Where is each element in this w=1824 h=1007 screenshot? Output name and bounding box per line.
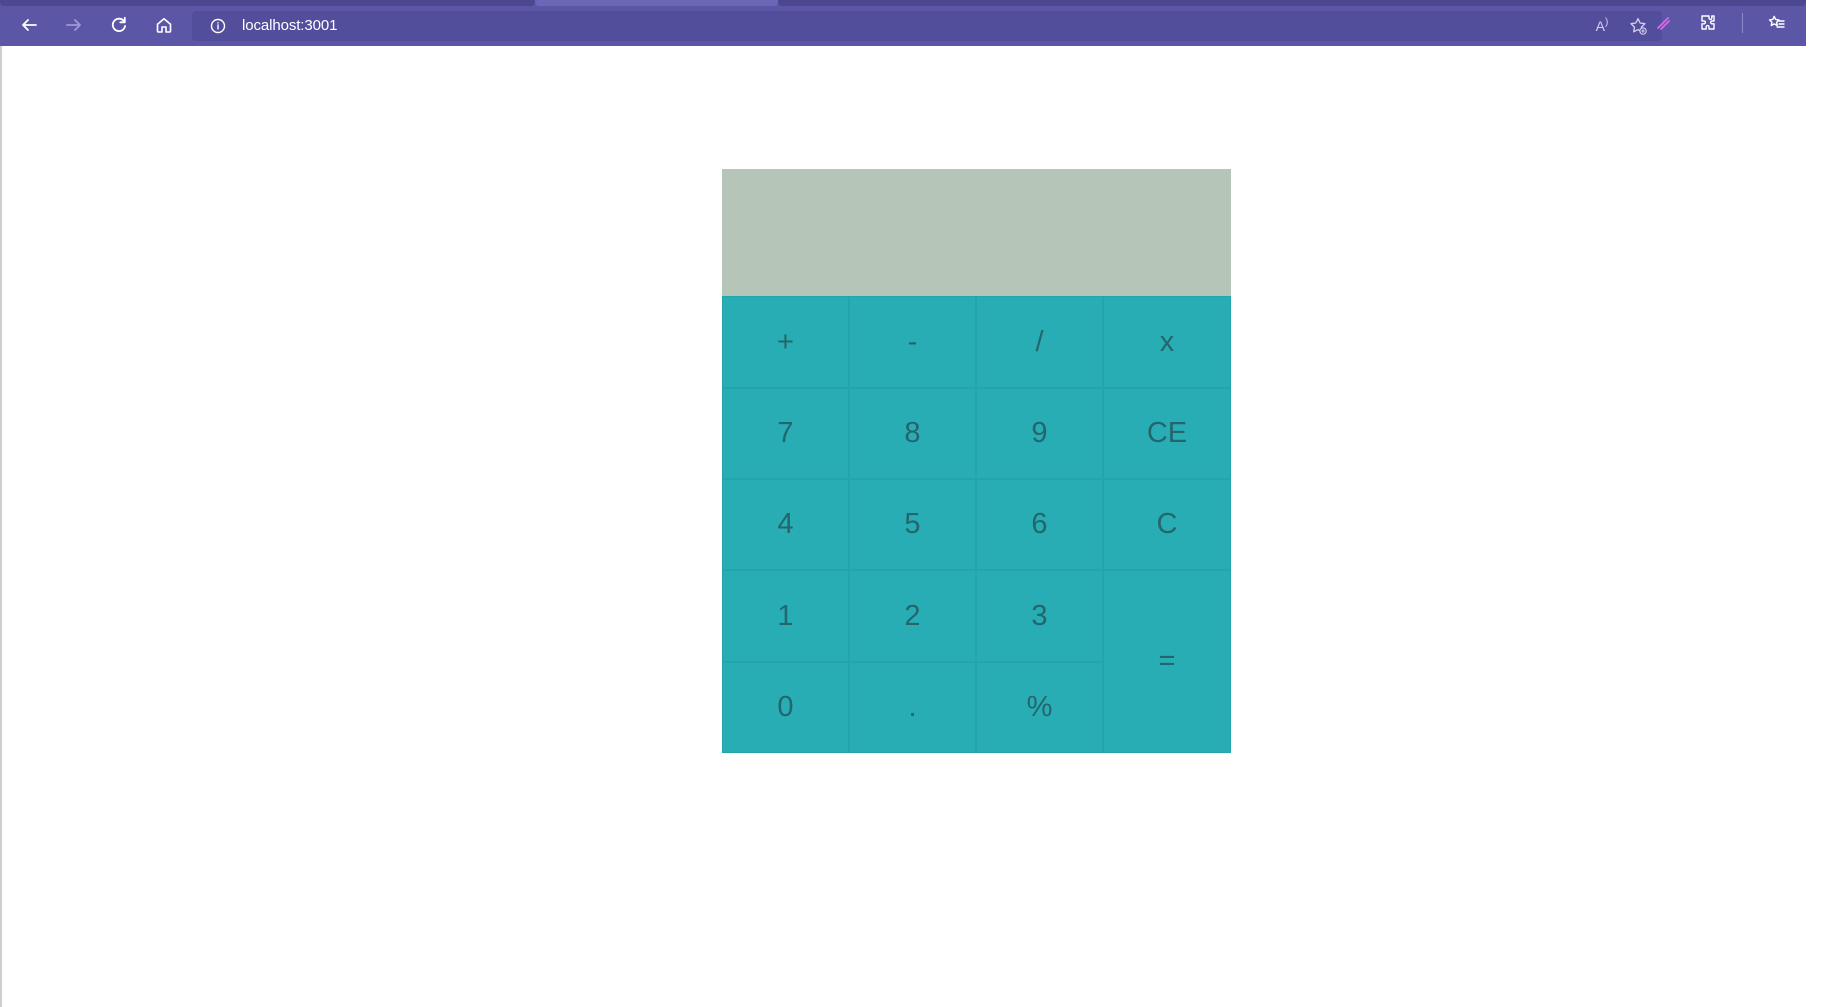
clear-entry-button[interactable]: CE (1103, 388, 1231, 479)
forward-button[interactable] (61, 12, 87, 38)
digit-8-button[interactable]: 8 (849, 388, 976, 479)
digit-7-button[interactable]: 7 (722, 388, 849, 479)
digit-1-button[interactable]: 1 (722, 570, 849, 662)
digit-0-button[interactable]: 0 (722, 662, 849, 753)
browser-tab-active[interactable] (535, 0, 778, 6)
digit-9-button[interactable]: 9 (976, 388, 1103, 479)
browser-tab-right[interactable] (778, 0, 1806, 6)
percent-button[interactable]: % (976, 662, 1103, 753)
digit-2-button[interactable]: 2 (849, 570, 976, 662)
digit-6-button[interactable]: 6 (976, 479, 1103, 570)
clear-button[interactable]: C (1103, 479, 1231, 570)
left-window-edge (0, 0, 2, 1007)
favorites-icon[interactable] (1766, 12, 1788, 34)
forward-arrow-icon (66, 19, 81, 31)
home-button[interactable] (151, 12, 177, 38)
multiply-button[interactable]: x (1103, 296, 1231, 388)
info-icon[interactable] (210, 18, 226, 34)
reload-icon (111, 16, 126, 32)
favorite-add-icon[interactable] (1628, 16, 1648, 36)
browser-toolbar: localhost:3001 A) (0, 0, 1806, 46)
extensions-icon[interactable] (1697, 12, 1719, 34)
copilot-icon[interactable] (1652, 12, 1674, 34)
calculator-keypad: + - / x 7 8 9 CE 4 5 6 C 1 2 3 = 0 . % (722, 296, 1231, 753)
address-bar[interactable]: localhost:3001 A) (192, 11, 1662, 41)
minus-button[interactable]: - (849, 296, 976, 388)
tab-strip (0, 0, 1806, 7)
read-aloud-icon[interactable]: A) (1592, 16, 1612, 36)
digit-3-button[interactable]: 3 (976, 570, 1103, 662)
browser-right-tools (1652, 12, 1788, 34)
equals-button[interactable]: = (1103, 570, 1231, 753)
reload-button[interactable] (106, 12, 132, 38)
read-aloud-label: A (1595, 18, 1605, 34)
decimal-button[interactable]: . (849, 662, 976, 753)
toolbar-divider (1742, 13, 1743, 33)
back-arrow-icon (22, 19, 37, 31)
calculator: + - / x 7 8 9 CE 4 5 6 C 1 2 3 = 0 . % (722, 169, 1231, 753)
address-url[interactable]: localhost:3001 (242, 17, 337, 35)
calculator-display (722, 169, 1231, 296)
digit-4-button[interactable]: 4 (722, 479, 849, 570)
address-bar-actions: A) (1592, 16, 1648, 36)
back-button[interactable] (16, 12, 42, 38)
browser-tab-left[interactable] (0, 0, 535, 6)
plus-button[interactable]: + (722, 296, 849, 388)
divide-button[interactable]: / (976, 296, 1103, 388)
digit-5-button[interactable]: 5 (849, 479, 976, 570)
home-icon (156, 18, 172, 33)
